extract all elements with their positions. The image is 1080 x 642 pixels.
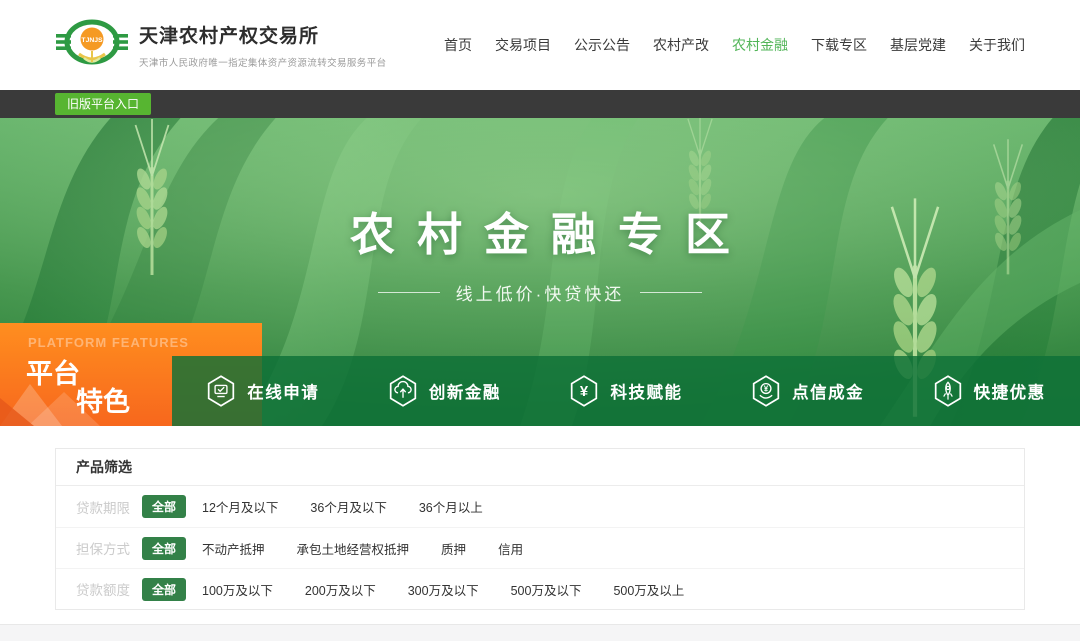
filter-option[interactable]: 36个月以上 <box>419 497 483 516</box>
feature-innovation-finance[interactable]: 创新金融 <box>354 356 536 426</box>
nav-item-home[interactable]: 首页 <box>444 35 472 55</box>
filter-option[interactable]: 200万及以下 <box>305 580 376 599</box>
filter-option[interactable]: 500万及以下 <box>511 580 582 599</box>
site-logo-icon: TJNJS <box>55 14 129 76</box>
feature-label: 在线申请 <box>247 379 319 403</box>
feature-tech-empower[interactable]: ¥ 科技赋能 <box>535 356 717 426</box>
secondary-topbar: 旧版平台入口 <box>0 90 1080 118</box>
filter-row-guarantee-type: 担保方式 全部 不动产抵押 承包土地经营权抵押 质押 信用 <box>56 527 1024 568</box>
feature-credit-gold[interactable]: ¥ 点信成金 <box>717 356 899 426</box>
filter-option[interactable]: 12个月及以下 <box>202 497 278 516</box>
feature-label: 快捷优惠 <box>974 379 1046 403</box>
nav-item-party-building[interactable]: 基层党建 <box>890 35 946 55</box>
quick-discount-icon <box>933 375 963 407</box>
nav-item-rural-finance[interactable]: 农村金融 <box>732 35 788 55</box>
feature-quick-discount[interactable]: 快捷优惠 <box>898 356 1080 426</box>
filter-option[interactable]: 100万及以下 <box>202 580 273 599</box>
feature-label: 科技赋能 <box>610 379 682 403</box>
innovation-finance-icon <box>388 375 418 407</box>
footer-band <box>0 624 1080 641</box>
filter-option[interactable]: 信用 <box>498 539 523 558</box>
feature-menu-bar: 在线申请 创新金融 ¥ 科技赋能 ¥ 点信成 <box>172 356 1080 426</box>
site-subtitle: 天津市人民政府唯一指定集体资产资源流转交易服务平台 <box>139 55 387 69</box>
subtitle-dash-right <box>640 292 702 293</box>
hero-banner: 农村金融专区 线上低价·快贷快还 PLATFORM FEATURES 平台 特色… <box>0 118 1080 426</box>
nav-item-announcements[interactable]: 公示公告 <box>574 35 630 55</box>
feature-label: 创新金融 <box>429 379 501 403</box>
hero-subtitle: 线上低价·快贷快还 <box>0 280 1080 305</box>
filter-panel-title: 产品筛选 <box>56 449 1024 486</box>
hero-title: 农村金融专区 <box>0 198 1080 263</box>
nav-item-rural-reform[interactable]: 农村产改 <box>653 35 709 55</box>
filter-options: 100万及以下 200万及以下 300万及以下 500万及以下 500万及以上 <box>202 580 684 599</box>
filter-option[interactable]: 不动产抵押 <box>202 539 265 558</box>
filter-options: 不动产抵押 承包土地经营权抵押 质押 信用 <box>202 539 523 558</box>
filter-row-loan-amount: 贷款额度 全部 100万及以下 200万及以下 300万及以下 500万及以下 … <box>56 568 1024 609</box>
svg-text:¥: ¥ <box>764 385 769 394</box>
filter-all-button[interactable]: 全部 <box>142 578 186 601</box>
filter-option[interactable]: 承包土地经营权抵押 <box>297 539 410 558</box>
filter-option[interactable]: 36个月及以下 <box>310 497 386 516</box>
tech-empower-icon: ¥ <box>569 375 599 407</box>
filter-options: 12个月及以下 36个月及以下 36个月以上 <box>202 497 483 516</box>
filter-option[interactable]: 300万及以下 <box>408 580 479 599</box>
mountain-decoration-icon <box>0 376 140 426</box>
old-platform-entry-button[interactable]: 旧版平台入口 <box>55 93 151 115</box>
feature-online-apply[interactable]: 在线申请 <box>172 356 354 426</box>
nav-item-about-us[interactable]: 关于我们 <box>969 35 1025 55</box>
main-nav: 首页 交易项目 公示公告 农村产改 农村金融 下载专区 基层党建 关于我们 <box>444 35 1025 55</box>
feature-label: 点信成金 <box>792 379 864 403</box>
platform-features-en: PLATFORM FEATURES <box>28 335 189 350</box>
product-filter-panel: 产品筛选 贷款期限 全部 12个月及以下 36个月及以下 36个月以上 担保方式… <box>55 448 1025 610</box>
filter-option[interactable]: 质押 <box>441 539 466 558</box>
svg-text:¥: ¥ <box>580 384 589 400</box>
nav-item-downloads[interactable]: 下载专区 <box>811 35 867 55</box>
filter-label: 担保方式 <box>76 538 142 558</box>
filter-label: 贷款期限 <box>76 497 142 517</box>
online-apply-icon <box>206 375 236 407</box>
logo-badge-text: TJNJS <box>81 37 103 44</box>
site-header: TJNJS 天津农村产权交易所 天津市人民政府唯一指定集体资产资源流转交易服务平… <box>0 0 1080 90</box>
filter-all-button[interactable]: 全部 <box>142 537 186 560</box>
credit-gold-icon: ¥ <box>751 375 781 407</box>
hero-subtitle-text: 线上低价·快贷快还 <box>456 280 625 305</box>
subtitle-dash-left <box>378 292 440 293</box>
filter-label: 贷款额度 <box>76 579 142 599</box>
nav-item-trade-projects[interactable]: 交易项目 <box>495 35 551 55</box>
site-title: 天津农村产权交易所 <box>139 21 387 48</box>
filter-all-button[interactable]: 全部 <box>142 495 186 518</box>
filter-option[interactable]: 500万及以上 <box>613 580 684 599</box>
filter-row-loan-term: 贷款期限 全部 12个月及以下 36个月及以下 36个月以上 <box>56 486 1024 527</box>
